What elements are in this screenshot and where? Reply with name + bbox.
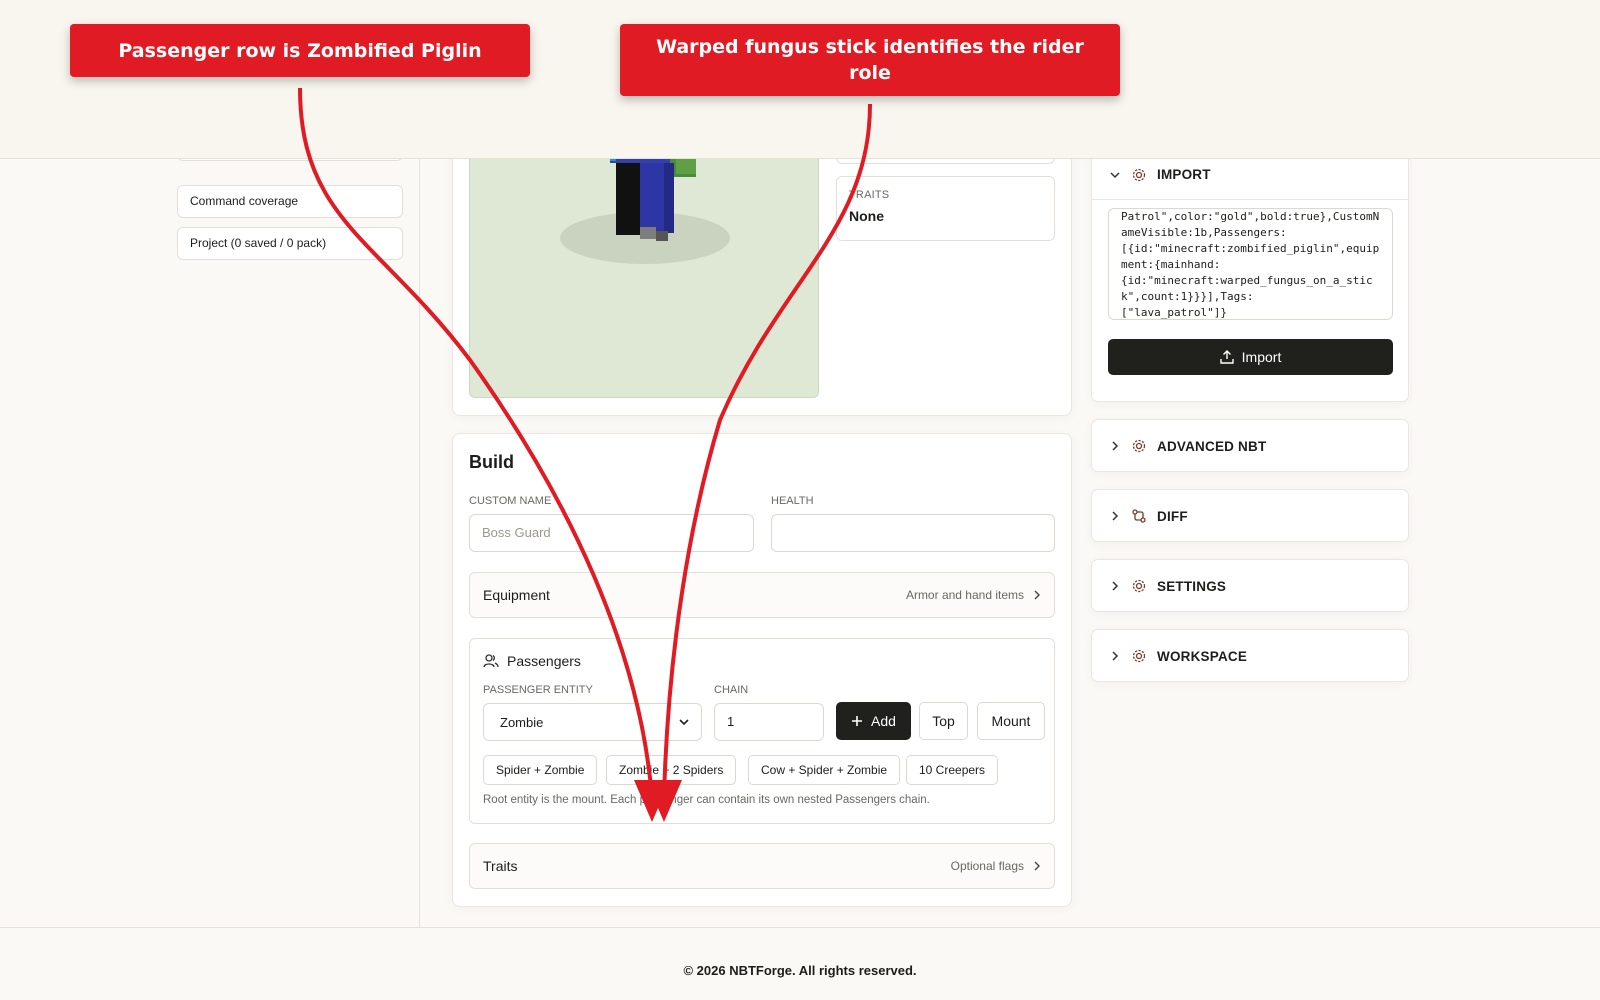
workspace-panel[interactable]: WORKSPACE: [1091, 629, 1409, 682]
footer-divider: [0, 927, 1600, 928]
diff-panel[interactable]: DIFF: [1091, 489, 1409, 542]
users-icon: [483, 654, 499, 668]
advanced-nbt-panel[interactable]: ADVANCED NBT: [1091, 419, 1409, 472]
custom-name-label: CUSTOM NAME: [469, 495, 552, 507]
chevron-right-icon: [1112, 511, 1119, 521]
mount-button[interactable]: Mount: [977, 702, 1045, 740]
diff-title: DIFF: [1157, 508, 1188, 524]
health-label: HEALTH: [771, 495, 814, 507]
import-button-label: Import: [1241, 349, 1282, 365]
equipment-title: Equipment: [483, 587, 550, 603]
import-panel: IMPORT Patrol",color:"gold",bold:true},C…: [1091, 150, 1409, 402]
annotation-warped-fungus: Warped fungus stick identifies the rider…: [620, 24, 1120, 96]
settings-header[interactable]: SETTINGS: [1092, 560, 1408, 612]
chain-input[interactable]: 1: [714, 703, 824, 741]
build-title: Build: [469, 452, 514, 472]
chevron-down-icon: [1110, 171, 1120, 178]
preset-spider-zombie[interactable]: Spider + Zombie: [483, 755, 598, 785]
top-button[interactable]: Top: [919, 702, 968, 740]
preset-cow-spider-zombie[interactable]: Cow + Spider + Zombie: [748, 755, 901, 785]
git-compare-icon: [1132, 509, 1146, 523]
add-passenger-button[interactable]: Add: [836, 702, 911, 740]
chevron-down-icon: [679, 719, 689, 726]
workspace-title: WORKSPACE: [1157, 648, 1248, 664]
preset-10-creepers[interactable]: 10 Creepers: [906, 755, 999, 785]
import-button[interactable]: Import: [1108, 339, 1393, 375]
advanced-nbt-header[interactable]: ADVANCED NBT: [1092, 420, 1408, 472]
chevron-right-icon: [1112, 651, 1119, 661]
gear-icon: [1132, 579, 1146, 593]
gear-icon: [1132, 439, 1146, 453]
plus-icon: [852, 716, 863, 726]
passenger-entity-value: Zombie: [500, 714, 544, 730]
annotation-passenger-row: Passenger row is Zombified Piglin: [70, 24, 530, 77]
traits-summary-value: None: [849, 208, 884, 224]
preset-zombie-2-spiders[interactable]: Zombie + 2 Spiders: [606, 755, 737, 785]
custom-name-input[interactable]: Boss Guard: [469, 514, 754, 552]
entity-preview[interactable]: [469, 150, 819, 398]
passenger-entity-label: PASSENGER ENTITY: [483, 684, 593, 696]
workspace-header[interactable]: WORKSPACE: [1092, 630, 1408, 682]
gear-icon: [1132, 168, 1146, 181]
traits-section[interactable]: Traits Optional flags: [469, 843, 1055, 889]
import-title: IMPORT: [1157, 167, 1211, 182]
passenger-entity-select[interactable]: Zombie: [483, 703, 702, 741]
gear-icon: [1132, 649, 1146, 663]
passengers-section: Passengers PASSENGER ENTITY Zombie CHAIN…: [469, 638, 1055, 824]
import-textarea[interactable]: Patrol",color:"gold",bold:true},CustomNa…: [1108, 208, 1393, 320]
chevron-right-icon: [1112, 581, 1119, 591]
chevron-right-icon: [1034, 861, 1040, 871]
zombie-model-image: [560, 151, 730, 264]
chevron-right-icon: [1034, 590, 1040, 600]
passengers-title: Passengers: [507, 653, 581, 669]
sidebar-divider: [419, 159, 420, 927]
advanced-nbt-title: ADVANCED NBT: [1157, 438, 1267, 454]
sidebar-item-command-coverage[interactable]: Command coverage: [177, 185, 403, 218]
settings-panel[interactable]: SETTINGS: [1091, 559, 1409, 612]
traits-summary: TRAITS None: [836, 176, 1055, 241]
footer-copyright: © 2026 NBTForge. All rights reserved.: [683, 963, 917, 978]
passengers-note: Root entity is the mount. Each passenger…: [483, 794, 930, 806]
chevron-right-icon: [1112, 441, 1119, 451]
settings-title: SETTINGS: [1157, 578, 1227, 594]
traits-meta: Optional flags: [950, 859, 1024, 873]
add-passenger-label: Add: [871, 713, 896, 729]
diff-header[interactable]: DIFF: [1092, 490, 1408, 542]
chain-label: CHAIN: [714, 684, 749, 696]
traits-summary-label: TRAITS: [849, 189, 890, 201]
sidebar-item-project[interactable]: Project (0 saved / 0 pack): [177, 227, 403, 260]
equipment-section[interactable]: Equipment Armor and hand items: [469, 572, 1055, 618]
traits-title: Traits: [483, 858, 518, 874]
health-input[interactable]: [771, 514, 1055, 552]
upload-icon: [1219, 350, 1234, 364]
equipment-meta: Armor and hand items: [905, 588, 1024, 602]
